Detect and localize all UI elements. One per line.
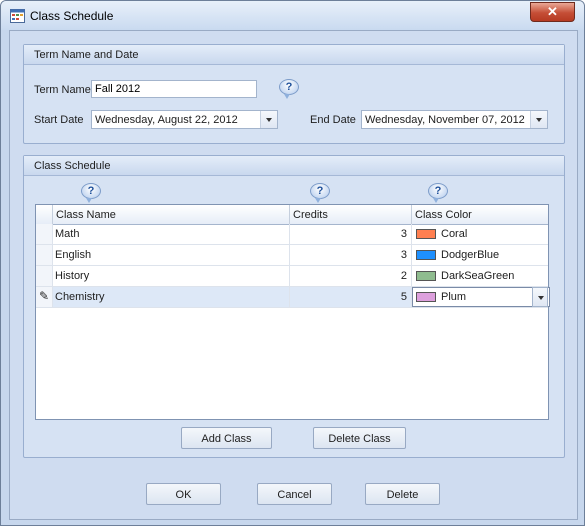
- class-schedule-window: Class Schedule ✕ Term Name and Date Term…: [0, 0, 585, 526]
- class-name-cell[interactable]: Math: [53, 224, 290, 244]
- term-group: Term Name and Date Term Name ? Start Dat…: [23, 44, 565, 144]
- calendar-icon: [10, 9, 25, 23]
- end-date-label: End Date: [310, 114, 356, 126]
- ok-button[interactable]: OK: [146, 483, 221, 505]
- class-name-cell[interactable]: History: [53, 266, 290, 286]
- window-title: Class Schedule: [30, 9, 114, 23]
- credits-cell[interactable]: 3: [290, 224, 412, 244]
- end-date-value: Wednesday, November 07, 2012: [365, 114, 525, 126]
- grid-header-indicator: [36, 205, 53, 224]
- start-date-picker[interactable]: Wednesday, August 22, 2012: [91, 110, 278, 129]
- chevron-down-icon: [536, 118, 542, 122]
- credits-help-icon[interactable]: ?: [310, 183, 330, 203]
- class-grid: Class Name Credits Class Color Math 3 Co…: [35, 204, 550, 420]
- color-swatch: [416, 271, 436, 281]
- help-bubble-icon[interactable]: ?: [279, 79, 299, 99]
- grid-header: Class Name Credits Class Color: [36, 205, 548, 225]
- class-color-combo[interactable]: Plum: [412, 287, 550, 307]
- row-indicator[interactable]: [36, 224, 53, 244]
- table-row-selected[interactable]: ✎ Chemistry 5 Plum: [36, 287, 550, 308]
- table-row[interactable]: History 2 DarkSeaGreen: [36, 266, 548, 287]
- cancel-button[interactable]: Cancel: [257, 483, 332, 505]
- credits-cell[interactable]: 2: [290, 266, 412, 286]
- schedule-group-title: Class Schedule: [34, 160, 111, 172]
- close-button[interactable]: ✕: [530, 2, 575, 22]
- class-name-cell[interactable]: English: [53, 245, 290, 265]
- row-indicator[interactable]: ✎: [36, 287, 53, 307]
- table-row[interactable]: Math 3 Coral: [36, 224, 548, 245]
- term-group-title: Term Name and Date: [34, 49, 139, 61]
- chevron-down-icon: [538, 296, 544, 300]
- start-date-value: Wednesday, August 22, 2012: [95, 114, 238, 126]
- delete-button[interactable]: Delete: [365, 483, 440, 505]
- credits-cell[interactable]: 3: [290, 245, 412, 265]
- row-indicator[interactable]: [36, 245, 53, 265]
- class-color-dropdown-button[interactable]: [532, 287, 548, 307]
- class-color-cell[interactable]: Coral: [412, 224, 548, 244]
- class-color-cell[interactable]: DarkSeaGreen: [412, 266, 548, 286]
- term-name-input[interactable]: [91, 80, 257, 98]
- term-group-header: Term Name and Date: [24, 45, 564, 65]
- class-name-help-icon[interactable]: ?: [81, 183, 101, 203]
- end-date-dropdown-button[interactable]: [530, 111, 547, 128]
- table-row[interactable]: English 3 DodgerBlue: [36, 245, 548, 266]
- term-name-label: Term Name: [34, 84, 91, 96]
- color-swatch: [416, 229, 436, 239]
- end-date-picker[interactable]: Wednesday, November 07, 2012: [361, 110, 548, 129]
- class-color-help-icon[interactable]: ?: [428, 183, 448, 203]
- column-header-class-name[interactable]: Class Name: [53, 205, 290, 224]
- start-date-dropdown-button[interactable]: [260, 111, 277, 128]
- credits-cell[interactable]: 5: [290, 287, 412, 307]
- class-name-cell[interactable]: Chemistry: [53, 287, 290, 307]
- column-header-class-color[interactable]: Class Color: [412, 205, 548, 224]
- close-icon: ✕: [547, 4, 558, 19]
- add-class-button[interactable]: Add Class: [181, 427, 272, 449]
- dialog-body: Term Name and Date Term Name ? Start Dat…: [9, 30, 578, 520]
- delete-class-button[interactable]: Delete Class: [313, 427, 406, 449]
- class-color-editor[interactable]: Plum: [412, 287, 550, 307]
- class-color-cell[interactable]: DodgerBlue: [412, 245, 548, 265]
- column-header-credits[interactable]: Credits: [290, 205, 412, 224]
- color-swatch: [416, 250, 436, 260]
- schedule-group-header: Class Schedule: [24, 156, 564, 176]
- row-indicator[interactable]: [36, 266, 53, 286]
- chevron-down-icon: [266, 118, 272, 122]
- start-date-label: Start Date: [34, 114, 84, 126]
- pencil-icon: ✎: [39, 289, 50, 303]
- color-swatch: [416, 292, 436, 302]
- title-bar: Class Schedule ✕: [1, 1, 584, 30]
